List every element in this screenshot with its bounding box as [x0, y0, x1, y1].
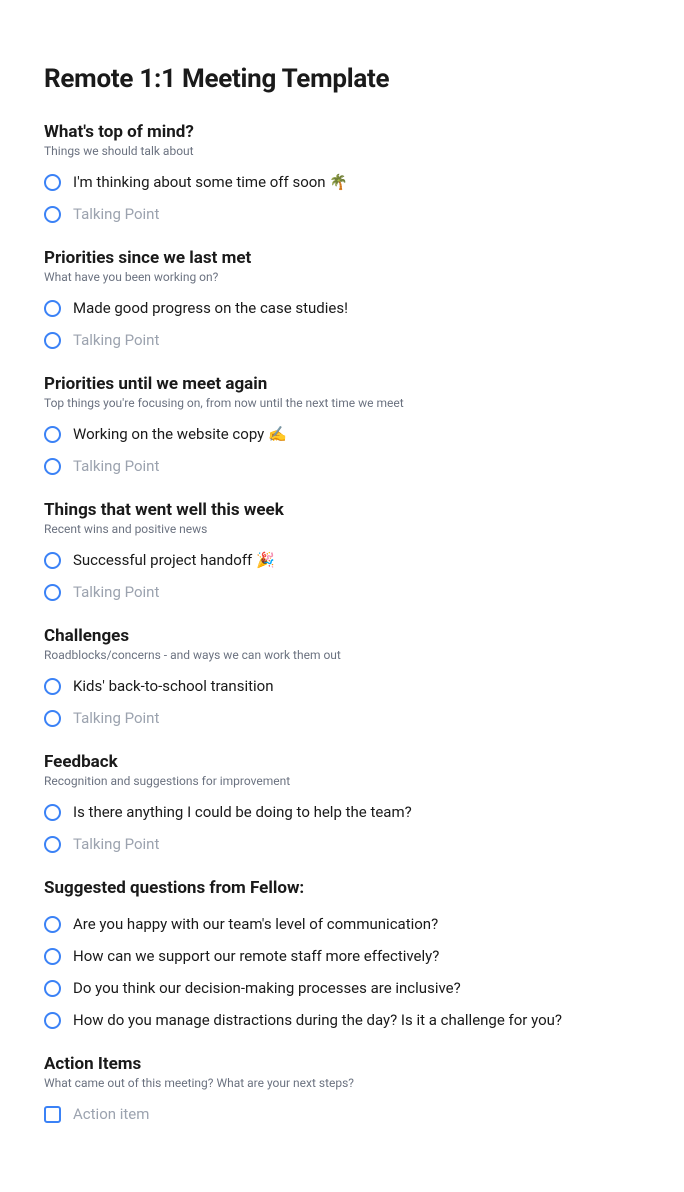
- list-item[interactable]: Talking Point: [44, 454, 640, 478]
- checkbox-icon[interactable]: [44, 1106, 61, 1123]
- list-item[interactable]: Talking Point: [44, 580, 640, 604]
- section-title: Action Items: [44, 1054, 640, 1074]
- item-text[interactable]: Is there anything I could be doing to he…: [73, 802, 412, 823]
- section: Things that went well this week Recent wi…: [44, 500, 640, 604]
- section-title: Suggested questions from Fellow:: [44, 878, 640, 898]
- radio-icon[interactable]: [44, 300, 61, 317]
- list-item[interactable]: Talking Point: [44, 328, 640, 352]
- radio-icon[interactable]: [44, 174, 61, 191]
- section-title: Priorities until we meet again: [44, 374, 640, 394]
- list-item[interactable]: Made good progress on the case studies!: [44, 296, 640, 320]
- item-text[interactable]: Talking Point: [73, 834, 159, 855]
- section-title: What's top of mind?: [44, 122, 640, 142]
- radio-icon[interactable]: [44, 916, 61, 933]
- section-title: Challenges: [44, 626, 640, 646]
- item-text[interactable]: How can we support our remote staff more…: [73, 946, 439, 967]
- radio-icon[interactable]: [44, 584, 61, 601]
- section-title: Priorities since we last met: [44, 248, 640, 268]
- radio-icon[interactable]: [44, 678, 61, 695]
- item-text[interactable]: Successful project handoff 🎉: [73, 550, 275, 571]
- section-title: Things that went well this week: [44, 500, 640, 520]
- radio-icon[interactable]: [44, 948, 61, 965]
- list-item[interactable]: Is there anything I could be doing to he…: [44, 800, 640, 824]
- list-item[interactable]: How can we support our remote staff more…: [44, 944, 640, 968]
- item-text[interactable]: Talking Point: [73, 708, 159, 729]
- section-subtitle: Things we should talk about: [44, 144, 640, 158]
- item-text[interactable]: I'm thinking about some time off soon 🌴: [73, 172, 348, 193]
- item-text[interactable]: Talking Point: [73, 456, 159, 477]
- radio-icon[interactable]: [44, 1012, 61, 1029]
- item-text[interactable]: Made good progress on the case studies!: [73, 298, 348, 319]
- item-text[interactable]: Talking Point: [73, 330, 159, 351]
- section: Challenges Roadblocks/concerns - and ways…: [44, 626, 640, 730]
- page-title: Remote 1:1 Meeting Template: [44, 64, 640, 94]
- list-item[interactable]: Talking Point: [44, 832, 640, 856]
- section: Priorities since we last met What have yo…: [44, 248, 640, 352]
- section-subtitle: Roadblocks/concerns - and ways we can wo…: [44, 648, 640, 662]
- item-text[interactable]: Kids' back-to-school transition: [73, 676, 274, 697]
- section-title: Feedback: [44, 752, 640, 772]
- radio-icon[interactable]: [44, 332, 61, 349]
- list-item[interactable]: Working on the website copy ✍️: [44, 422, 640, 446]
- item-text[interactable]: Action item: [73, 1104, 149, 1125]
- item-text[interactable]: Talking Point: [73, 204, 159, 225]
- item-text[interactable]: Working on the website copy ✍️: [73, 424, 287, 445]
- radio-icon[interactable]: [44, 980, 61, 997]
- item-text[interactable]: Are you happy with our team's level of c…: [73, 914, 438, 935]
- section-subtitle: Recognition and suggestions for improvem…: [44, 774, 640, 788]
- section: Feedback Recognition and suggestions for …: [44, 752, 640, 856]
- list-item[interactable]: I'm thinking about some time off soon 🌴: [44, 170, 640, 194]
- radio-icon[interactable]: [44, 458, 61, 475]
- section-subtitle: Top things you're focusing on, from now …: [44, 396, 640, 410]
- radio-icon[interactable]: [44, 552, 61, 569]
- section-subtitle: Recent wins and positive news: [44, 522, 640, 536]
- item-text[interactable]: How do you manage distractions during th…: [73, 1010, 562, 1031]
- radio-icon[interactable]: [44, 710, 61, 727]
- section: Action Items What came out of this meetin…: [44, 1054, 640, 1126]
- list-item[interactable]: Are you happy with our team's level of c…: [44, 912, 640, 936]
- section-subtitle: What came out of this meeting? What are …: [44, 1076, 640, 1090]
- list-item[interactable]: Kids' back-to-school transition: [44, 674, 640, 698]
- list-item[interactable]: Talking Point: [44, 706, 640, 730]
- list-item[interactable]: Do you think our decision-making process…: [44, 976, 640, 1000]
- radio-icon[interactable]: [44, 206, 61, 223]
- list-item[interactable]: Action item: [44, 1102, 640, 1126]
- radio-icon[interactable]: [44, 836, 61, 853]
- item-text[interactable]: Do you think our decision-making process…: [73, 978, 461, 999]
- section-subtitle: What have you been working on?: [44, 270, 640, 284]
- list-item[interactable]: How do you manage distractions during th…: [44, 1008, 640, 1032]
- radio-icon[interactable]: [44, 426, 61, 443]
- section: Priorities until we meet again Top things…: [44, 374, 640, 478]
- item-text[interactable]: Talking Point: [73, 582, 159, 603]
- section: Suggested questions from Fellow: Are you …: [44, 878, 640, 1032]
- section: What's top of mind? Things we should talk…: [44, 122, 640, 226]
- list-item[interactable]: Successful project handoff 🎉: [44, 548, 640, 572]
- radio-icon[interactable]: [44, 804, 61, 821]
- list-item[interactable]: Talking Point: [44, 202, 640, 226]
